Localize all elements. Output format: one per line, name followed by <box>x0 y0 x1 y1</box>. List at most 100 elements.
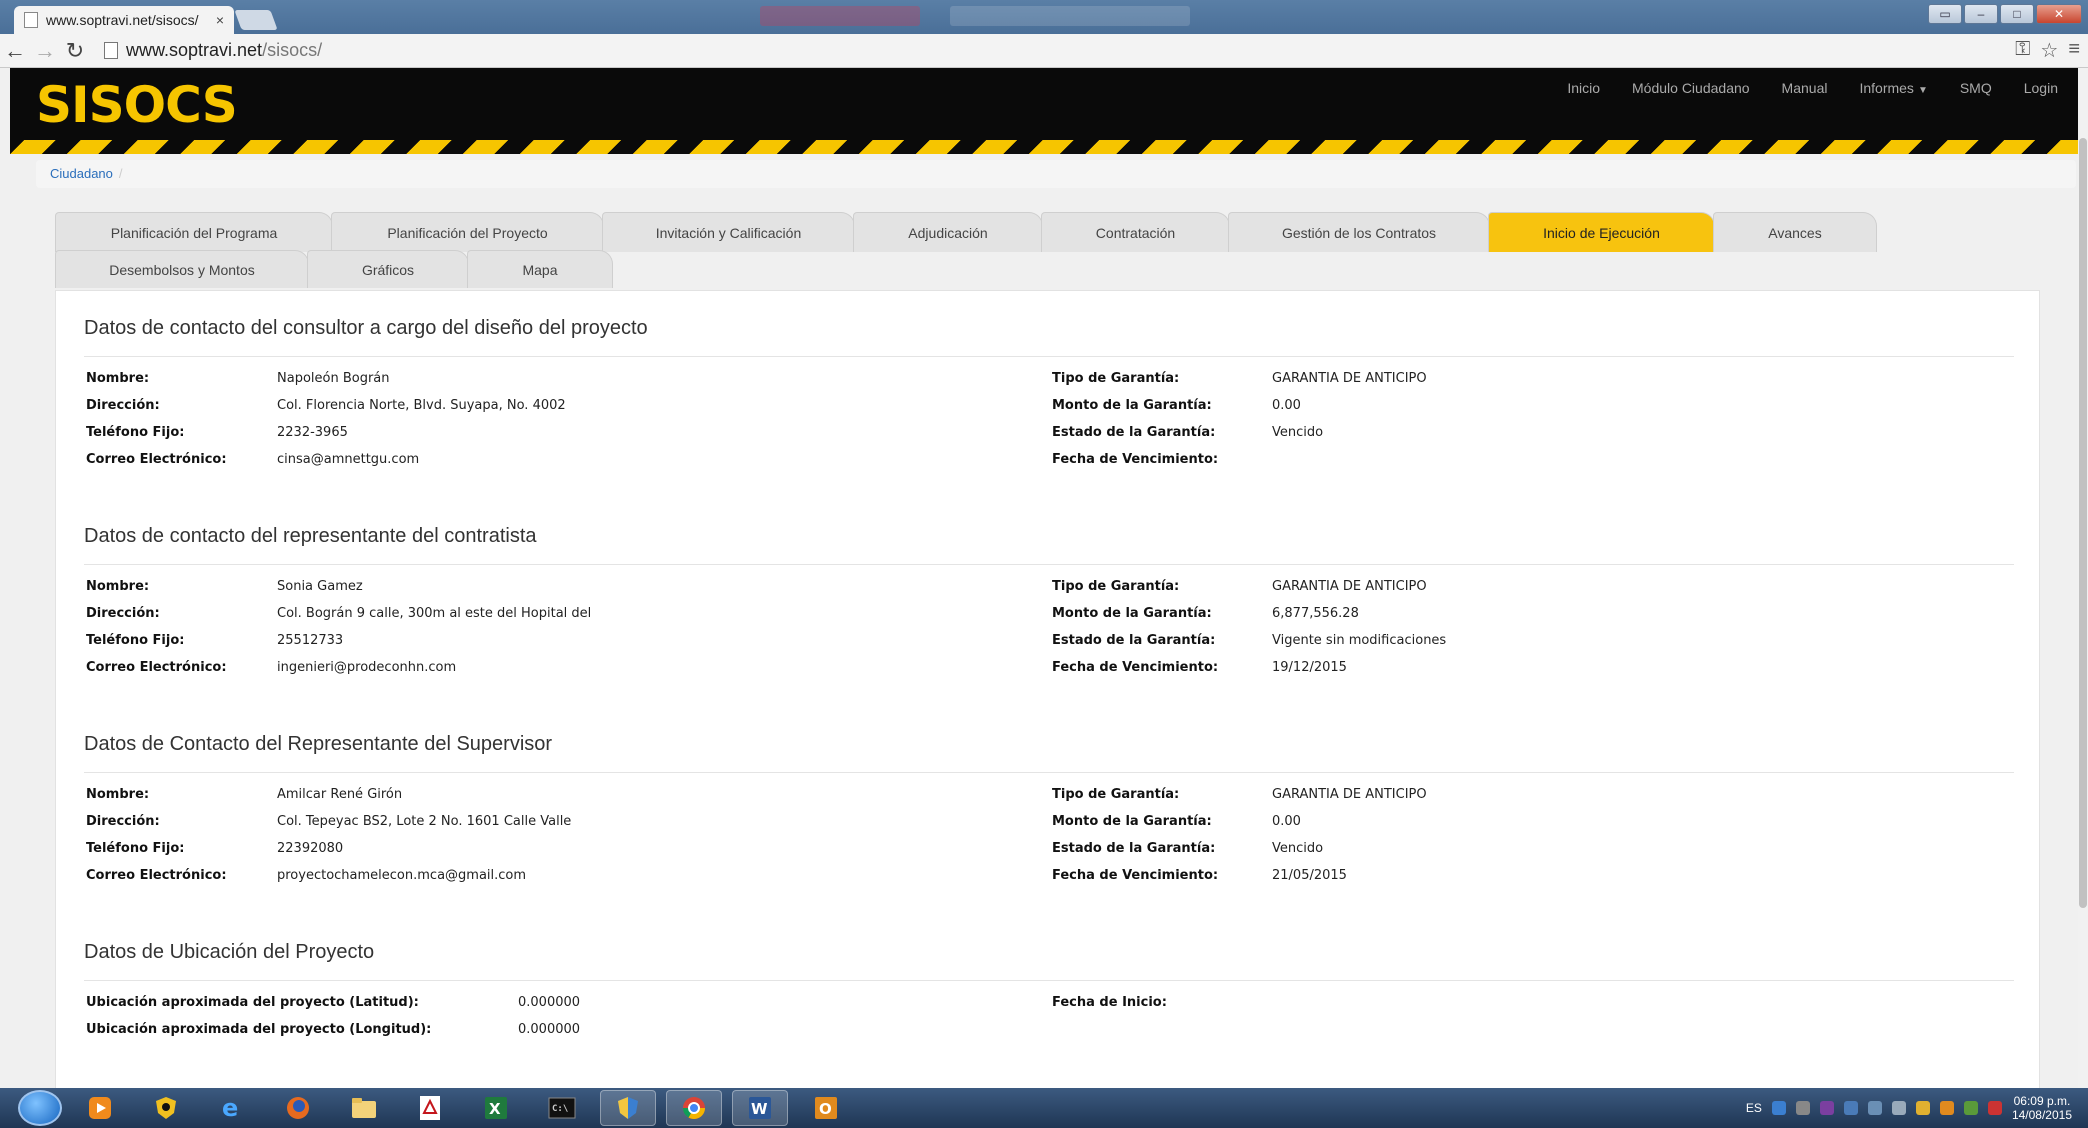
back-arrow-icon[interactable]: ← <box>0 38 30 64</box>
tab-mapa[interactable]: Mapa <box>467 250 613 288</box>
excel-icon[interactable]: X <box>468 1090 524 1126</box>
label-fecha-inicio: Fecha de Inicio: <box>1052 995 1167 1010</box>
start-button[interactable] <box>18 1090 62 1126</box>
value-correo: proyectochamelecon.mca@gmail.com <box>277 868 527 883</box>
value-correo: cinsa@amnettgu.com <box>277 452 420 467</box>
address-bar[interactable]: www.soptravi.net/sisocs/ <box>98 38 1958 64</box>
tab-desembolsos-montos[interactable]: Desembolsos y Montos <box>55 250 309 288</box>
breadcrumb: Ciudadano / <box>36 160 2076 188</box>
printer-icon[interactable] <box>1891 1101 1906 1115</box>
star-icon[interactable]: ☆ <box>2040 38 2058 63</box>
value-monto-garantia: 0.00 <box>1272 814 1301 829</box>
label-direccion: Dirección: <box>86 606 160 621</box>
help-icon[interactable] <box>1771 1101 1786 1115</box>
breadcrumb-ciudadano[interactable]: Ciudadano <box>50 166 113 181</box>
flag-icon[interactable] <box>1987 1101 2002 1115</box>
firefox-icon[interactable] <box>270 1090 326 1126</box>
section-title: Datos de contacto del representante del … <box>84 525 2014 565</box>
value-telefono: 25512733 <box>277 633 344 648</box>
new-tab-button[interactable] <box>234 10 278 30</box>
scrollbar-thumb[interactable] <box>2079 138 2087 908</box>
label-latitud: Ubicación aproximada del proyecto (Latit… <box>86 995 419 1010</box>
nav-login[interactable]: Login <box>2024 80 2058 96</box>
close-window-button[interactable]: ✕ <box>2036 4 2082 24</box>
command-prompt-icon[interactable]: C:\ <box>534 1090 590 1126</box>
nav-inicio[interactable]: Inicio <box>1567 80 1600 96</box>
network-icon[interactable] <box>1795 1101 1810 1115</box>
clock[interactable]: 06:09 p.m. 14/08/2015 <box>2012 1094 2072 1122</box>
forward-arrow-icon[interactable]: → <box>30 38 60 64</box>
tab-contratacion[interactable]: Contratación <box>1041 212 1230 252</box>
antivirus-icon[interactable] <box>138 1090 194 1126</box>
label-telefono: Teléfono Fijo: <box>86 841 185 856</box>
label-monto-garantia: Monto de la Garantía: <box>1052 606 1212 621</box>
tray-app-icon[interactable] <box>1963 1101 1978 1115</box>
internet-explorer-icon[interactable]: e <box>204 1090 260 1126</box>
tray-app-icon[interactable] <box>1843 1101 1858 1115</box>
clock-time: 06:09 p.m. <box>2013 1094 2071 1108</box>
label-monto-garantia: Monto de la Garantía: <box>1052 814 1212 829</box>
blurred-window <box>760 6 920 26</box>
label-monto-garantia: Monto de la Garantía: <box>1052 398 1212 413</box>
label-direccion: Dirección: <box>86 814 160 829</box>
value-nombre: Napoleón Bográn <box>277 371 390 386</box>
nav-informes[interactable]: Informes ▼ <box>1859 80 1927 96</box>
tab-avances[interactable]: Avances <box>1713 212 1877 252</box>
security-shield-icon[interactable] <box>600 1090 656 1126</box>
tray-app-icon[interactable] <box>1867 1101 1882 1115</box>
label-tipo-garantia: Tipo de Garantía: <box>1052 579 1180 594</box>
file-explorer-icon[interactable] <box>336 1090 392 1126</box>
minimize-button[interactable]: – <box>1964 4 1998 24</box>
site-logo[interactable]: SISOCS <box>36 76 238 134</box>
label-estado-garantia: Estado de la Garantía: <box>1052 633 1216 648</box>
label-correo: Correo Electrónico: <box>86 660 227 675</box>
tab-graficos[interactable]: Gráficos <box>307 250 469 288</box>
value-tipo-garantia: GARANTIA DE ANTICIPO <box>1272 787 1427 802</box>
nav-smq[interactable]: SMQ <box>1960 80 1992 96</box>
section-contratista: Datos de contacto del representante del … <box>84 525 2014 689</box>
tray-app-icon[interactable] <box>1915 1101 1930 1115</box>
value-nombre: Sonia Gamez <box>277 579 363 594</box>
pdf-reader-icon[interactable] <box>402 1090 458 1126</box>
svg-text:O: O <box>819 1100 832 1118</box>
reload-icon[interactable]: ↻ <box>60 38 90 64</box>
url-text: www.soptravi.net/sisocs/ <box>126 40 323 60</box>
restore-button[interactable]: ▭ <box>1928 4 1962 24</box>
tab-planificacion-programa[interactable]: Planificación del Programa <box>55 212 333 252</box>
value-monto-garantia: 6,877,556.28 <box>1272 606 1359 621</box>
tab-planificacion-proyecto[interactable]: Planificación del Proyecto <box>331 212 604 252</box>
tab-adjudicacion[interactable]: Adjudicación <box>853 212 1043 252</box>
tab-gestion-contratos[interactable]: Gestión de los Contratos <box>1228 212 1490 252</box>
section-ubicacion: Datos de Ubicación del Proyecto Ubicació… <box>84 941 2014 1105</box>
section-consultor: Datos de contacto del consultor a cargo … <box>84 317 2014 481</box>
browser-tab[interactable]: www.soptravi.net/sisocs/ × <box>14 6 234 34</box>
label-estado-garantia: Estado de la Garantía: <box>1052 841 1216 856</box>
key-icon[interactable]: ⚿ <box>2015 38 2030 63</box>
chrome-icon[interactable] <box>666 1090 722 1126</box>
maximize-button[interactable]: □ <box>2000 4 2034 24</box>
value-telefono: 2232-3965 <box>277 425 348 440</box>
caret-down-icon: ▼ <box>1917 85 1928 96</box>
onenote-icon[interactable] <box>1819 1101 1834 1115</box>
word-icon[interactable]: W <box>732 1090 788 1126</box>
nav-modulo-ciudadano[interactable]: Módulo Ciudadano <box>1632 80 1750 96</box>
page-scrollbar[interactable] <box>2078 68 2088 1088</box>
label-tipo-garantia: Tipo de Garantía: <box>1052 371 1180 386</box>
tab-invitacion-calificacion[interactable]: Invitación y Calificación <box>602 212 855 252</box>
label-longitud: Ubicación aproximada del proyecto (Longi… <box>86 1022 432 1037</box>
menu-icon[interactable]: ≡ <box>2068 38 2080 63</box>
language-indicator[interactable]: ES <box>1746 1101 1762 1115</box>
close-icon[interactable]: × <box>216 12 224 28</box>
media-player-icon[interactable] <box>72 1090 128 1126</box>
clock-date: 14/08/2015 <box>2011 1108 2072 1122</box>
tab-inicio-ejecucion[interactable]: Inicio de Ejecución <box>1488 212 1715 252</box>
nav-manual[interactable]: Manual <box>1782 80 1828 96</box>
svg-text:X: X <box>489 1100 501 1118</box>
svg-text:C:\: C:\ <box>552 1104 568 1114</box>
outlook-icon[interactable]: O <box>798 1090 854 1126</box>
label-fecha-vencimiento: Fecha de Vencimiento: <box>1052 452 1219 467</box>
section-title: Datos de contacto del consultor a cargo … <box>84 317 2014 357</box>
section-title: Datos de Ubicación del Proyecto <box>84 941 2014 981</box>
value-fecha-vencimiento: 21/05/2015 <box>1272 868 1347 883</box>
outlook-tray-icon[interactable] <box>1939 1101 1954 1115</box>
